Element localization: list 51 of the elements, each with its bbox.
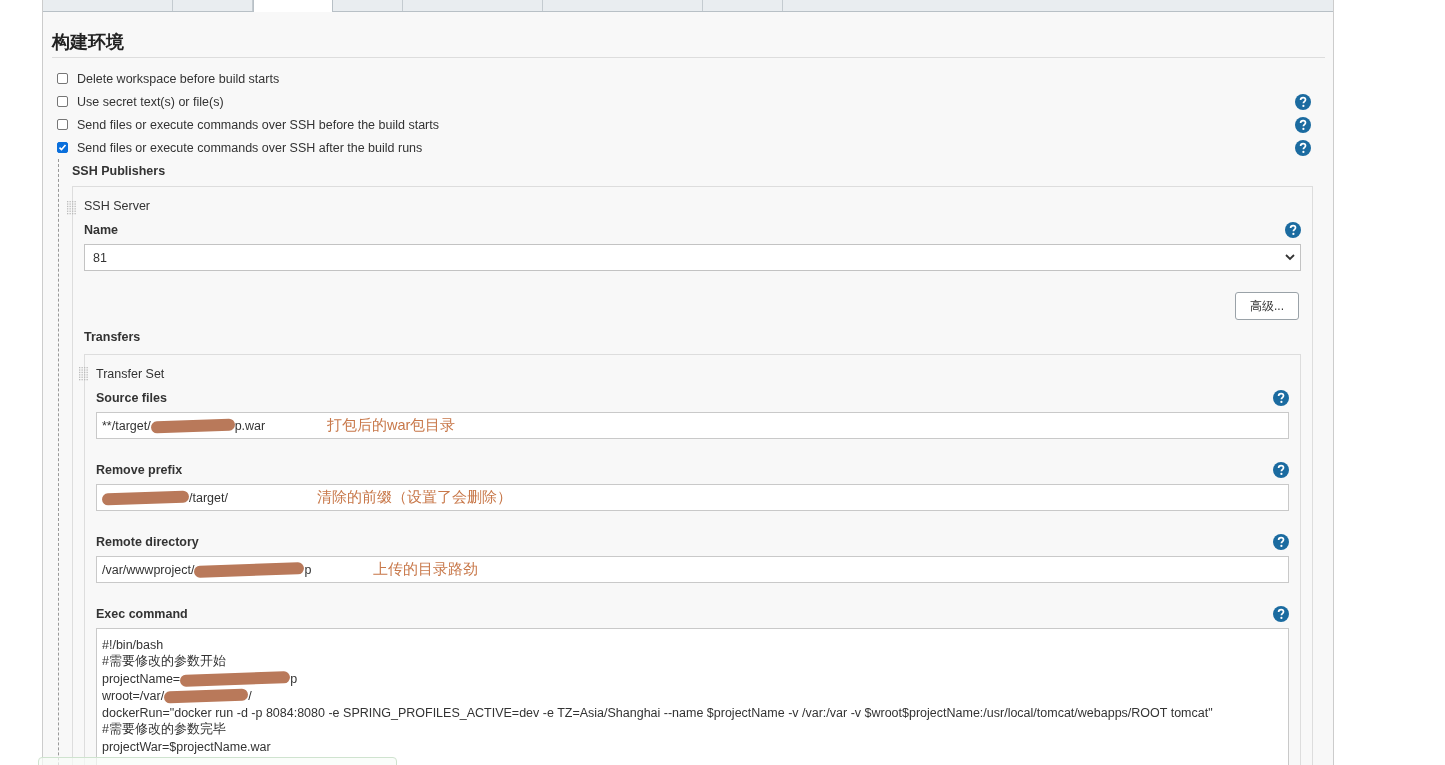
checkbox[interactable]	[57, 73, 68, 84]
field-label: Source files	[96, 391, 167, 405]
checkbox-label: Use secret text(s) or file(s)	[77, 94, 225, 109]
annotation-text: 打包后的war包目录	[327, 416, 456, 435]
help-icon[interactable]	[1295, 93, 1311, 110]
field-label: Remote directory	[96, 535, 199, 549]
name-select[interactable]: 81	[84, 244, 1301, 271]
chevron-down-icon	[1285, 254, 1295, 261]
drag-handle-icon[interactable]	[79, 367, 89, 381]
field-text: p.war	[234, 418, 266, 433]
input-field[interactable]: /target/ 清除的前缀（设置了会删除）	[96, 484, 1289, 511]
section-label: SSH Publishers	[72, 163, 167, 180]
field-label: Name	[84, 223, 119, 237]
checkbox-label: Send files or execute commands over SSH before the build starts	[77, 117, 440, 132]
drag-handle-icon[interactable]	[67, 201, 77, 215]
checkbox[interactable]	[57, 96, 68, 107]
field-text: wroot=/var/	[102, 688, 165, 703]
field-text: **/target/	[102, 418, 151, 433]
field-text: /var/wwwproject/	[102, 562, 195, 577]
field-text: dockerRun="docker run -d -p 8084:8080 -e SPRING_PROFILES_ACTIVE=dev -e TZ=Asia/Shanghai --name $projectName -v /var:/var -v $wroot$projectName:/usr/local/tomcat/webapps/ROOT tomcat"	[102, 705, 1213, 720]
help-icon[interactable]	[1273, 534, 1289, 550]
input-field[interactable]: /var/wwwproject/ p 上传的目录路劲	[96, 556, 1289, 583]
checkbox[interactable]	[57, 119, 68, 130]
help-icon[interactable]	[1285, 222, 1301, 238]
checkbox-label: Delete workspace before build starts	[77, 71, 281, 86]
field-text: /target/	[189, 490, 228, 505]
checkbox-label: Send files or execute commands over SSH after the build runs	[77, 140, 424, 155]
annotation-text: 上传的目录路劲	[373, 560, 478, 579]
field-text: #!/bin/bash	[102, 637, 164, 652]
checkbox[interactable]	[57, 142, 68, 153]
panel-title: SSH Server	[84, 199, 151, 213]
field-text: /	[248, 688, 252, 703]
field-label: Remove prefix	[96, 463, 183, 477]
help-icon[interactable]	[1273, 606, 1289, 622]
section-heading: 构建环境	[52, 30, 1325, 58]
field-label: Exec command	[96, 607, 188, 621]
help-icon[interactable]	[1273, 390, 1289, 406]
field-text: p	[290, 671, 298, 686]
annotation-text: 清除的前缀（设置了会删除）	[317, 488, 512, 507]
field-text: projectWar=$projectName.war	[102, 739, 271, 754]
input-field[interactable]: **/target/ p.war 打包后的war包目录	[96, 412, 1289, 439]
field-text: #需要修改的参数开始	[102, 653, 226, 670]
field-text: #需要修改的参数完毕	[102, 721, 226, 738]
help-icon[interactable]	[1295, 116, 1311, 133]
field-text: projectName=	[102, 671, 181, 686]
panel-title: Transfer Set	[96, 367, 166, 381]
field-text: p	[304, 562, 312, 577]
help-icon[interactable]	[1273, 462, 1289, 478]
field-label: Transfers	[84, 330, 141, 344]
help-icon[interactable]	[1295, 139, 1311, 156]
advanced-button[interactable]: 高级...	[1235, 292, 1299, 320]
